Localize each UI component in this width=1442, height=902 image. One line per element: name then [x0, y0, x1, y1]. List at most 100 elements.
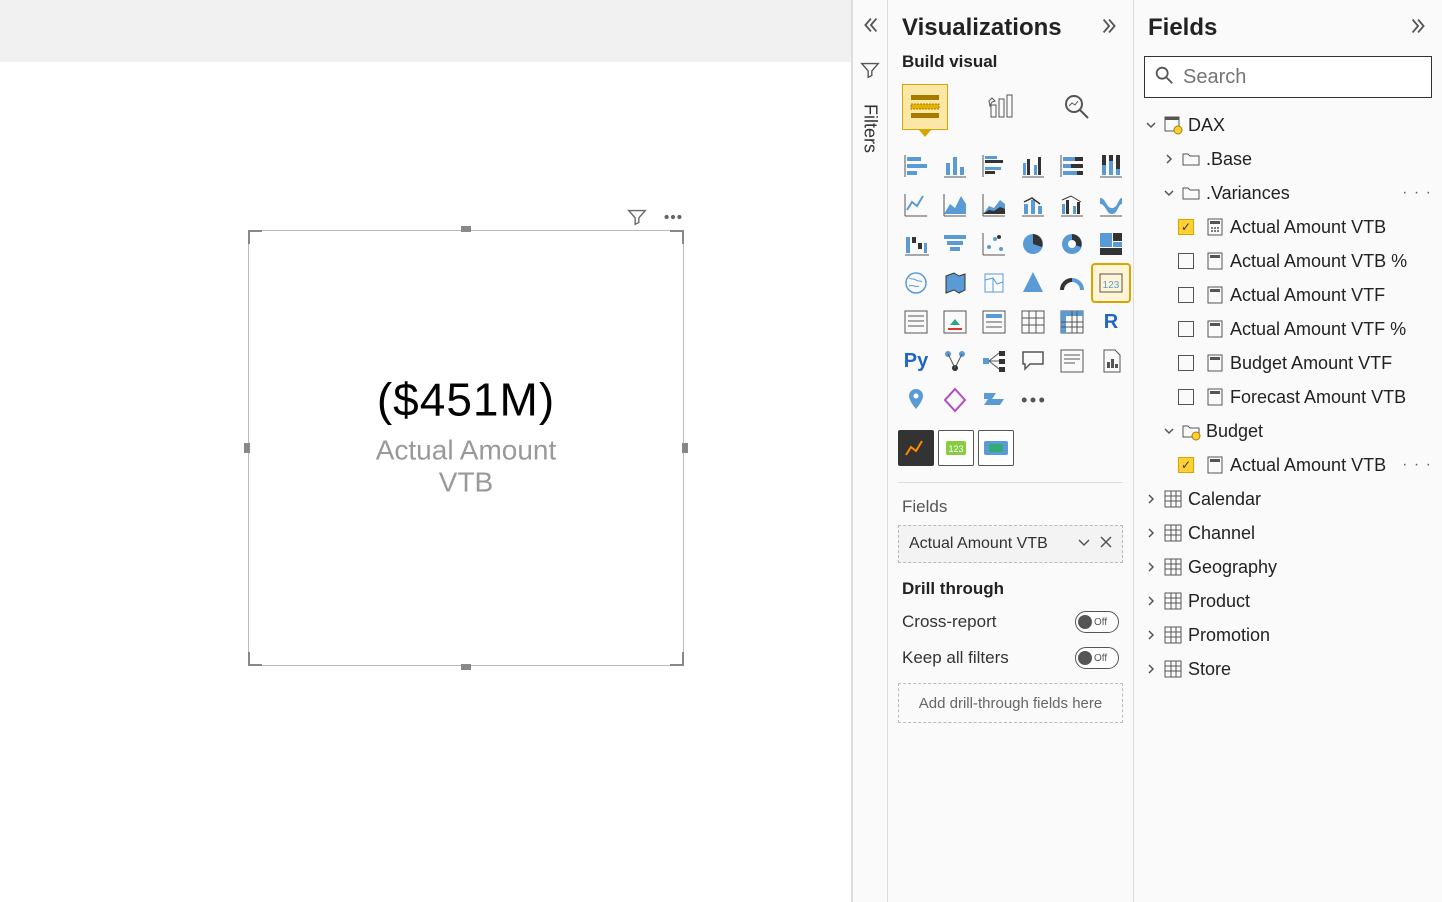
- shape-map-icon[interactable]: [976, 265, 1012, 301]
- get-more-visuals-icon[interactable]: [1015, 382, 1051, 418]
- chevron-down-icon[interactable]: [1160, 422, 1178, 440]
- more-icon[interactable]: · · ·: [1402, 184, 1432, 202]
- checkbox[interactable]: [1178, 355, 1194, 371]
- multirow-card-icon[interactable]: [898, 304, 934, 340]
- line-clustered-column-icon[interactable]: [1054, 187, 1090, 223]
- stacked-column-icon[interactable]: [937, 148, 973, 184]
- azure-map-icon[interactable]: [1015, 265, 1051, 301]
- matrix-icon[interactable]: [1054, 304, 1090, 340]
- table-dax[interactable]: DAX: [1140, 108, 1438, 142]
- format-tab[interactable]: [978, 84, 1024, 130]
- folder-budget[interactable]: Budget: [1140, 414, 1438, 448]
- resize-handle-left[interactable]: [244, 443, 250, 453]
- decomposition-tree-icon[interactable]: [976, 343, 1012, 379]
- pie-icon[interactable]: [1015, 226, 1051, 262]
- card-visual-container[interactable]: ($451M) Actual Amount VTB: [248, 230, 684, 666]
- chevron-right-icon[interactable]: [1142, 592, 1160, 610]
- custom-visual-3-icon[interactable]: [978, 430, 1014, 466]
- resize-handle-br[interactable]: [670, 652, 684, 666]
- table-calendar[interactable]: Calendar: [1140, 482, 1438, 516]
- remove-field-icon[interactable]: [1092, 534, 1114, 555]
- resize-handle-bottom[interactable]: [461, 664, 471, 670]
- checkbox[interactable]: [1178, 219, 1194, 235]
- card-icon[interactable]: 123: [1093, 265, 1129, 301]
- table-promotion[interactable]: Promotion: [1140, 618, 1438, 652]
- table-product[interactable]: Product: [1140, 584, 1438, 618]
- chevron-right-icon[interactable]: [1142, 660, 1160, 678]
- measure-forecast-amount-vtb[interactable]: Forecast Amount VTB: [1140, 380, 1438, 414]
- filters-pane-collapsed[interactable]: Filters: [852, 0, 888, 902]
- line-stacked-column-icon[interactable]: [1015, 187, 1051, 223]
- chevron-right-icon[interactable]: [1142, 490, 1160, 508]
- clustered-bar-icon[interactable]: [976, 148, 1012, 184]
- table-store[interactable]: Store: [1140, 652, 1438, 686]
- power-automate-icon[interactable]: [976, 382, 1012, 418]
- resize-handle-tl[interactable]: [248, 230, 262, 244]
- collapse-fields-icon[interactable]: [1408, 15, 1430, 42]
- chevron-down-icon[interactable]: [1070, 534, 1092, 555]
- canvas-page[interactable]: ($451M) Actual Amount VTB: [0, 62, 851, 902]
- chevron-down-icon[interactable]: [1142, 116, 1160, 134]
- checkbox[interactable]: [1178, 287, 1194, 303]
- stacked-bar-icon[interactable]: [898, 148, 934, 184]
- keep-filters-toggle[interactable]: Off: [1075, 647, 1119, 669]
- field-pill[interactable]: Actual Amount VTB: [898, 525, 1123, 563]
- resize-handle-top[interactable]: [461, 226, 471, 232]
- resize-handle-bl[interactable]: [248, 652, 262, 666]
- custom-visual-2-icon[interactable]: 123: [938, 430, 974, 466]
- filter-icon[interactable]: [626, 206, 648, 233]
- chevron-right-icon[interactable]: [1142, 524, 1160, 542]
- treemap-icon[interactable]: [1093, 226, 1129, 262]
- funnel-icon[interactable]: [937, 226, 973, 262]
- checkbox[interactable]: [1178, 253, 1194, 269]
- checkbox[interactable]: [1178, 321, 1194, 337]
- area-chart-icon[interactable]: [937, 187, 973, 223]
- folder-variances[interactable]: .Variances · · ·: [1140, 176, 1438, 210]
- scatter-icon[interactable]: [976, 226, 1012, 262]
- cross-report-toggle[interactable]: Off: [1075, 611, 1119, 633]
- drill-through-dropzone[interactable]: Add drill-through fields here: [898, 683, 1123, 723]
- smart-narrative-icon[interactable]: [1054, 343, 1090, 379]
- arcgis-icon[interactable]: [898, 382, 934, 418]
- table-channel[interactable]: Channel: [1140, 516, 1438, 550]
- visual-frame[interactable]: ($451M) Actual Amount VTB: [248, 230, 684, 666]
- measure-budget-amount-vtf[interactable]: Budget Amount VTF: [1140, 346, 1438, 380]
- kpi-icon[interactable]: [937, 304, 973, 340]
- measure-budget-actual-amount-vtb[interactable]: Actual Amount VTB · · ·: [1140, 448, 1438, 482]
- waterfall-icon[interactable]: [898, 226, 934, 262]
- map-icon[interactable]: [898, 265, 934, 301]
- expand-filters-icon[interactable]: [859, 14, 881, 41]
- more-icon[interactable]: [662, 206, 684, 233]
- stacked-bar-100-icon[interactable]: [1054, 148, 1090, 184]
- resize-handle-tr[interactable]: [670, 230, 684, 244]
- chevron-right-icon[interactable]: [1160, 150, 1178, 168]
- resize-handle-right[interactable]: [682, 443, 688, 453]
- search-box[interactable]: [1144, 56, 1432, 98]
- slicer-icon[interactable]: [976, 304, 1012, 340]
- chevron-right-icon[interactable]: [1142, 558, 1160, 576]
- measure-actual-amount-vtf-pct[interactable]: Actual Amount VTF %: [1140, 312, 1438, 346]
- stacked-column-100-icon[interactable]: [1093, 148, 1129, 184]
- stacked-area-icon[interactable]: [976, 187, 1012, 223]
- ribbon-chart-icon[interactable]: [1093, 187, 1129, 223]
- analytics-tab[interactable]: [1054, 84, 1100, 130]
- paginated-report-icon[interactable]: [1093, 343, 1129, 379]
- collapse-viz-icon[interactable]: [1099, 15, 1121, 42]
- gauge-icon[interactable]: [1054, 265, 1090, 301]
- more-icon[interactable]: · · ·: [1402, 456, 1432, 474]
- table-geography[interactable]: Geography: [1140, 550, 1438, 584]
- folder-base[interactable]: .Base: [1140, 142, 1438, 176]
- custom-visual-1-icon[interactable]: [898, 430, 934, 466]
- line-chart-icon[interactable]: [898, 187, 934, 223]
- checkbox[interactable]: [1178, 389, 1194, 405]
- report-canvas[interactable]: ($451M) Actual Amount VTB: [0, 0, 852, 902]
- qa-visual-icon[interactable]: [1015, 343, 1051, 379]
- search-input[interactable]: [1183, 66, 1442, 89]
- measure-actual-amount-vtf[interactable]: Actual Amount VTF: [1140, 278, 1438, 312]
- r-visual-icon[interactable]: R: [1093, 304, 1129, 340]
- powerapps-icon[interactable]: [937, 382, 973, 418]
- python-visual-icon[interactable]: Py: [898, 343, 934, 379]
- build-tab[interactable]: [902, 84, 948, 130]
- donut-icon[interactable]: [1054, 226, 1090, 262]
- checkbox[interactable]: [1178, 457, 1194, 473]
